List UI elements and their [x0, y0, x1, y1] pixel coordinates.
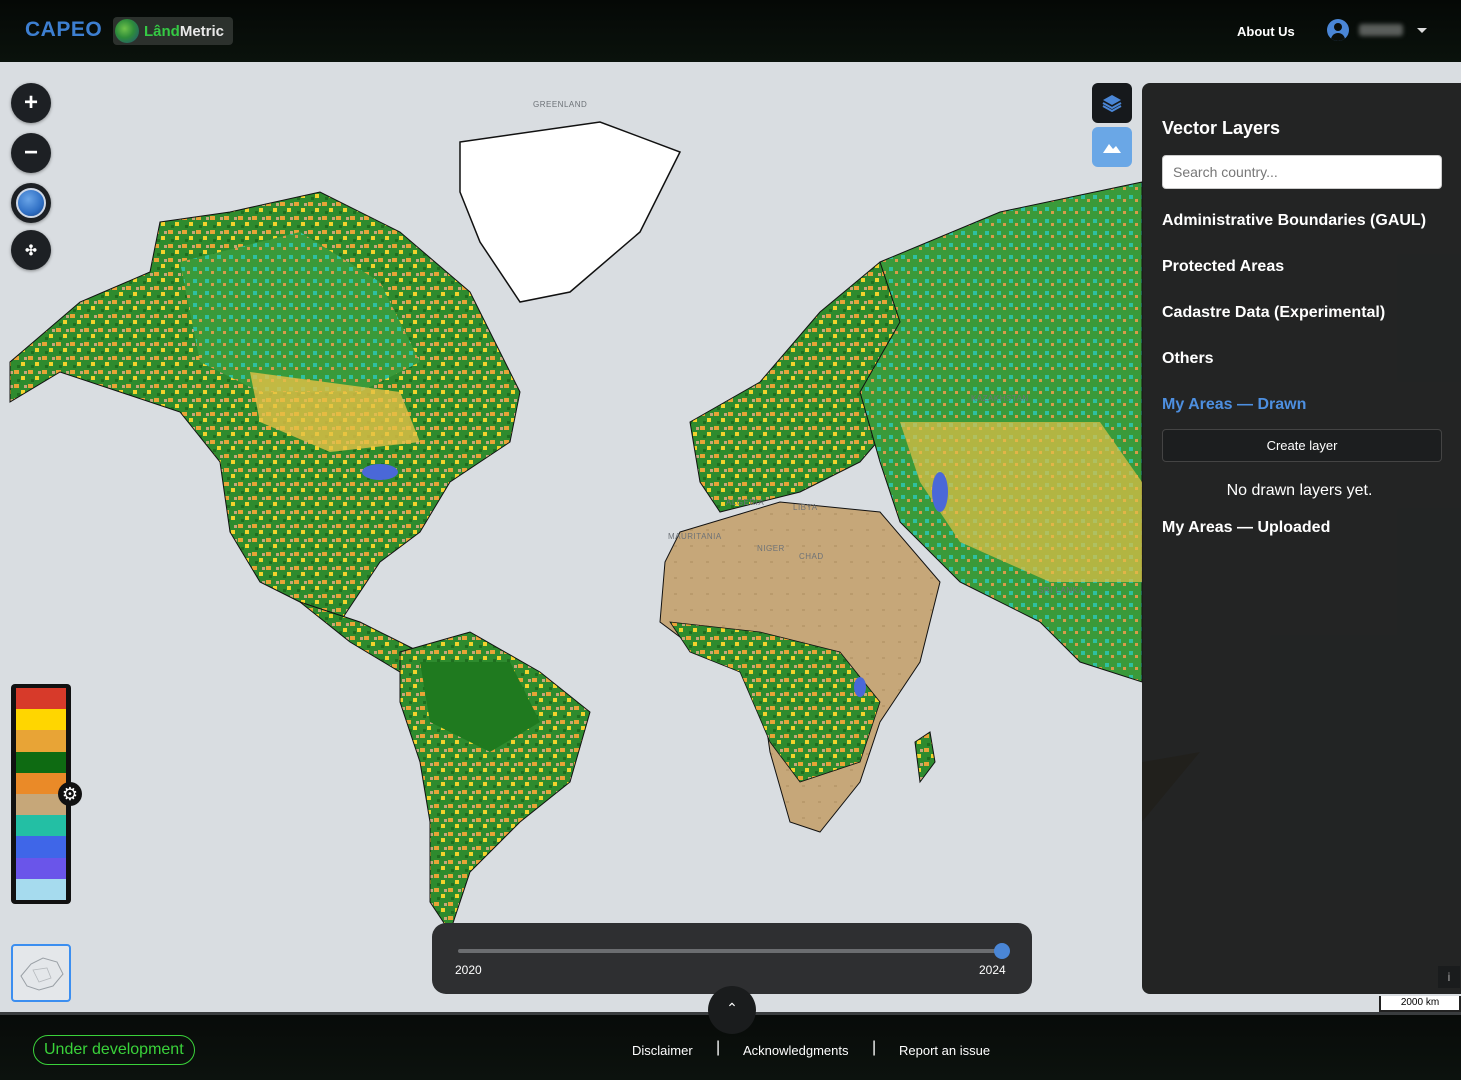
slider-track[interactable] — [458, 949, 1002, 953]
landmetric-logo[interactable]: LândMetric — [113, 17, 233, 45]
layers-toggle-button[interactable] — [1092, 83, 1132, 123]
scale-bar: 2000 km — [1379, 996, 1461, 1012]
chevron-double-up-icon: ⌃ — [726, 1000, 738, 1016]
footer-separator: | — [872, 1039, 877, 1056]
under-development-badge: Under development — [33, 1035, 195, 1065]
globe-logo-icon — [115, 19, 139, 43]
user-menu[interactable] — [1327, 19, 1427, 41]
legend-swatch — [16, 815, 66, 837]
footer-separator: | — [716, 1039, 721, 1056]
zoom-in-button[interactable]: + — [11, 83, 51, 123]
about-us-link[interactable]: About Us — [1237, 24, 1295, 39]
section-my-areas-drawn[interactable]: My Areas — Drawn — [1162, 396, 1306, 414]
map-label-libya: LIBYA — [793, 503, 818, 512]
legend-swatch — [16, 709, 66, 731]
brand-title[interactable]: CAPEO — [25, 18, 102, 42]
mountain-icon — [1103, 144, 1121, 153]
legend-swatch — [16, 730, 66, 752]
section-others[interactable]: Others — [1162, 350, 1214, 368]
map-label-kazakhstan: KAZAKHSTAN — [971, 394, 1029, 403]
section-admin-boundaries[interactable]: Administrative Boundaries (GAUL) — [1162, 212, 1426, 230]
layers-icon — [1102, 95, 1122, 113]
zoom-out-button[interactable]: − — [11, 133, 51, 173]
report-issue-link[interactable]: Report an issue — [899, 1043, 990, 1058]
map-label-mauritania: MAURITANIA — [668, 532, 722, 541]
empty-drawn-message: No drawn layers yet. — [1226, 482, 1373, 499]
legend-swatch — [16, 688, 66, 710]
reset-view-button[interactable] — [11, 183, 51, 223]
chevron-down-icon — [1417, 27, 1427, 33]
map-label-greenland: GREENLAND — [533, 100, 588, 109]
globe-icon — [16, 188, 46, 218]
year-slider-panel: 2020 2024 — [432, 923, 1032, 994]
section-cadastre[interactable]: Cadastre Data (Experimental) — [1162, 304, 1385, 322]
legend-swatch — [16, 836, 66, 858]
slider-end-label: 2024 — [979, 963, 1006, 977]
logo-text: LândMetric — [144, 22, 225, 40]
basemap-thumbnail[interactable] — [11, 944, 71, 1002]
gear-icon[interactable]: ⚙ — [58, 782, 82, 806]
section-my-areas-uploaded[interactable]: My Areas — Uploaded — [1162, 519, 1330, 537]
map-label-algeria: ALGERIA — [726, 498, 765, 507]
acknowledgments-link[interactable]: Acknowledgments — [743, 1043, 849, 1058]
disclaimer-link[interactable]: Disclaimer — [632, 1043, 693, 1058]
slider-thumb[interactable] — [994, 943, 1010, 959]
legend-swatch — [16, 857, 66, 879]
legend-swatch — [16, 751, 66, 773]
create-layer-button[interactable]: Create layer — [1162, 429, 1442, 462]
panel-title: Vector Layers — [1162, 118, 1281, 138]
user-avatar-icon — [1327, 19, 1349, 41]
vector-layers-panel: Vector Layers Administrative Boundaries … — [1142, 83, 1461, 994]
europe-thumbnail-icon — [20, 957, 64, 991]
pan-button[interactable]: ✣ — [11, 230, 51, 270]
section-protected-areas[interactable]: Protected Areas — [1162, 258, 1284, 276]
map-label-sri-lanka: SRI LANKA — [1038, 586, 1085, 595]
slider-start-label: 2020 — [455, 963, 482, 977]
country-search-input[interactable] — [1162, 155, 1442, 189]
map-label-niger: NIGER — [757, 544, 785, 553]
top-bar: CAPEO LândMetric About Us — [0, 0, 1461, 62]
legend-swatch — [16, 878, 66, 900]
map-label-chad: CHAD — [799, 552, 824, 561]
user-name-redacted — [1359, 24, 1403, 36]
expand-timeline-button[interactable]: ⌃ — [708, 986, 756, 1034]
basemap-toggle-button[interactable] — [1092, 127, 1132, 167]
info-icon[interactable]: i — [1438, 966, 1460, 988]
